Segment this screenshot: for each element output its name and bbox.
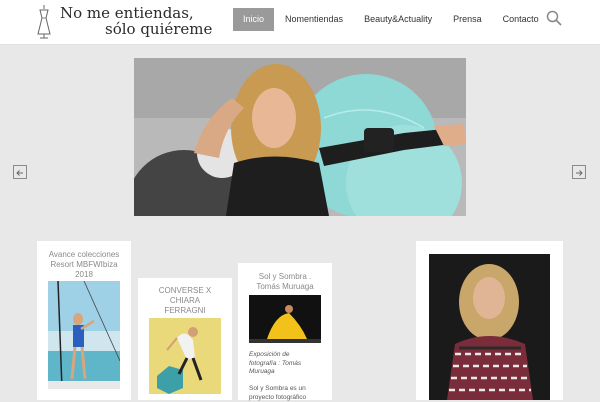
post-card-sol-y-sombra: Sol y Sombra . Tomás Muruaga Exposición … bbox=[238, 263, 332, 401]
featured-portrait-image[interactable] bbox=[429, 254, 550, 400]
slider-next-button[interactable] bbox=[572, 165, 586, 179]
post-title[interactable]: Avance colecciones Resort MBFWIbiza 2018 bbox=[37, 250, 131, 280]
site-title-line2[interactable]: sólo quiéreme bbox=[105, 20, 212, 38]
post-photo bbox=[48, 281, 120, 389]
hero-slide-image[interactable] bbox=[134, 58, 466, 216]
hero-photo bbox=[134, 58, 466, 216]
post-photo bbox=[249, 295, 321, 343]
post-card-converse: CONVERSE X CHIARA FERRAGNI bbox=[138, 278, 232, 400]
post-thumbnail[interactable] bbox=[249, 295, 321, 343]
arrow-left-icon bbox=[16, 170, 23, 176]
nav-item-contacto[interactable]: Contacto bbox=[493, 8, 549, 31]
post-card-resort: Avance colecciones Resort MBFWIbiza 2018 bbox=[37, 241, 131, 400]
post-photo bbox=[149, 318, 221, 394]
nav-item-beauty-actuality[interactable]: Beauty&Actuality bbox=[354, 8, 442, 31]
post-title[interactable]: CONVERSE X CHIARA FERRAGNI bbox=[138, 286, 232, 316]
nav-item-prensa[interactable]: Prensa bbox=[443, 8, 492, 31]
arrow-right-icon bbox=[576, 170, 583, 176]
nav-item-inicio[interactable]: Inicio bbox=[233, 8, 275, 31]
post-excerpt: Sol y Sombra es un proyecto fotográfico bbox=[249, 385, 307, 401]
post-thumbnail[interactable] bbox=[48, 281, 120, 389]
dress-mannequin-icon[interactable] bbox=[34, 4, 54, 40]
featured-photo bbox=[429, 254, 550, 400]
site-header: No me entiendas, sólo quiéreme Inicio No… bbox=[0, 0, 600, 45]
search-icon[interactable] bbox=[546, 10, 562, 26]
nav-item-nomentiendas[interactable]: Nomentiendas bbox=[275, 8, 353, 31]
slider-prev-button[interactable] bbox=[13, 165, 27, 179]
post-title[interactable]: Sol y Sombra . Tomás Muruaga bbox=[238, 272, 332, 292]
main-nav: Inicio Nomentiendas Beauty&Actuality Pre… bbox=[233, 8, 549, 31]
featured-image-card bbox=[416, 241, 563, 400]
post-thumbnail[interactable] bbox=[149, 318, 221, 394]
post-caption: Exposición de fotografía : Tomás Muruaga bbox=[249, 351, 302, 375]
